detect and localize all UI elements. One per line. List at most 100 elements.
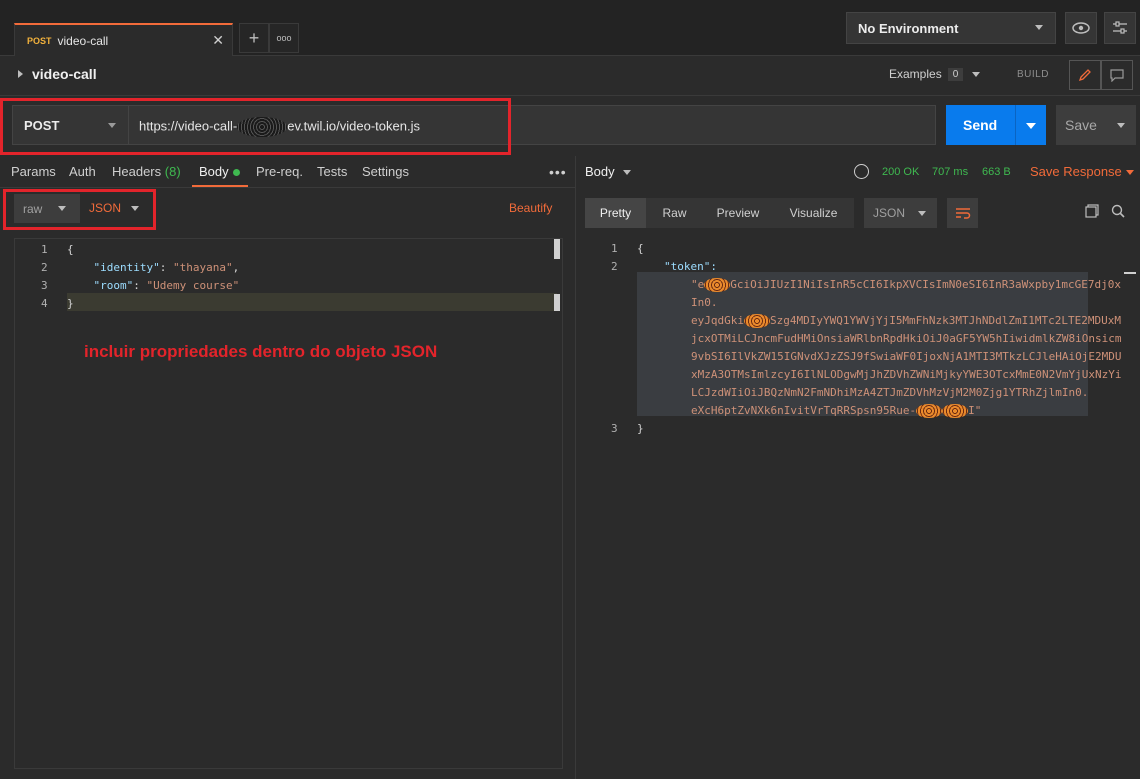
send-divider	[1015, 105, 1016, 145]
response-format-label: JSON	[873, 206, 906, 220]
response-scrollbar[interactable]	[1124, 272, 1136, 274]
tab-body-label: Body	[199, 164, 229, 179]
response-format-select[interactable]: JSON	[864, 198, 937, 228]
line-number: 3	[611, 422, 618, 435]
redacted-scribble	[743, 314, 770, 328]
response-body-select[interactable]: Body	[585, 164, 615, 179]
send-button[interactable]: Send	[946, 105, 1046, 145]
response-size[interactable]: 663 B	[982, 166, 1011, 178]
comment-icon	[1110, 68, 1124, 82]
save-button[interactable]: Save	[1056, 105, 1136, 145]
request-body-editor[interactable]: 1 2 3 4 { "identity": "thayana", "room":…	[14, 238, 563, 769]
chevron-down-icon[interactable]	[1126, 170, 1134, 175]
body-indicator-dot	[232, 169, 240, 177]
view-tab-visualize[interactable]: Visualize	[773, 198, 854, 228]
more-options-icon[interactable]: •••	[549, 164, 567, 180]
token-line: LCJzdWIiOiJBQzNmN2FmNDhiMzA4ZTJmZDVhMzVj…	[691, 386, 1089, 399]
more-icon: ooo	[276, 33, 292, 43]
chevron-down-icon	[1035, 25, 1043, 30]
view-tab-pretty[interactable]: Pretty	[585, 198, 646, 228]
search-icon[interactable]	[1111, 204, 1125, 218]
build-label[interactable]: BUILD	[1017, 69, 1049, 80]
tab-settings[interactable]: Settings	[362, 164, 409, 179]
request-title[interactable]: video-call	[32, 66, 97, 82]
response-open-brace: {	[637, 242, 644, 255]
environment-quick-look-button[interactable]	[1065, 12, 1097, 44]
environment-select[interactable]: No Environment	[846, 12, 1056, 44]
examples-label: Examples	[889, 67, 942, 81]
save-response-button[interactable]: Save Response	[1030, 164, 1122, 179]
request-title-row: video-call Examples 0 BUILD	[0, 56, 1140, 96]
body-mode-label: raw	[23, 201, 43, 216]
redacted-scribble	[916, 404, 943, 418]
body-format-select[interactable]: JSON	[89, 201, 121, 215]
response-time[interactable]: 707 ms	[932, 166, 968, 178]
more-tabs-button[interactable]: ooo	[269, 23, 299, 53]
tab-auth[interactable]: Auth	[69, 164, 96, 179]
token-line: eyJqdGki Szg4MDIyYWQ1YWVjYjI5MmFhNzk3MTJh…	[691, 314, 1121, 328]
tab-body[interactable]: Body	[199, 164, 240, 179]
tab-bar: POST video-call ✕ + ooo No Environment	[0, 0, 1140, 56]
tab-tests[interactable]: Tests	[317, 164, 347, 179]
chevron-down-icon[interactable]	[1117, 123, 1125, 128]
tab-headers-label: Headers	[112, 164, 162, 179]
token-line: xMzA3OTMsImlzcyI6IlNLODgwMjJhZDVhZWNiMjk…	[691, 368, 1122, 381]
token-line: eXcH6ptZvNXk6nIvitVrTqRRSpsn95Rue- I"	[691, 404, 982, 418]
request-tab[interactable]: POST video-call ✕	[14, 23, 233, 56]
chevron-down-icon	[972, 71, 981, 77]
view-tab-preview[interactable]: Preview	[703, 198, 773, 228]
line-number: 2	[41, 261, 48, 274]
token-line: jcxOTMiLCJncmFudHMiOnsiaWRlbnRpdHkiOiJ0a…	[691, 332, 1122, 345]
tab-pre-request[interactable]: Pre-req.	[256, 164, 303, 179]
identity-key: "identity"	[93, 261, 160, 274]
tab-headers[interactable]: Headers (8)	[112, 164, 181, 179]
new-tab-button[interactable]: +	[239, 23, 269, 53]
editor-scrollbar[interactable]	[554, 239, 560, 259]
redacted-scribble	[942, 404, 969, 418]
line-number: 3	[41, 279, 48, 292]
comments-button[interactable]	[1101, 60, 1133, 90]
tab-method: POST	[27, 35, 52, 46]
active-tab-indicator	[192, 185, 248, 187]
body-mode-select[interactable]: raw	[14, 194, 80, 223]
environment-label: No Environment	[858, 20, 959, 36]
token-line: 9vbSI6IlVkZW15IGNvdXJzZSJ9fSwiaWF0IjoxNj…	[691, 350, 1122, 363]
wrap-lines-button[interactable]	[947, 198, 978, 228]
chevron-down-icon[interactable]	[623, 170, 631, 175]
sliders-icon	[1113, 21, 1127, 34]
examples-dropdown[interactable]: Examples 0	[889, 67, 981, 81]
response-body-viewer[interactable]: 1 2 3 { "token": "e GciOiJIUzI1NiIsInR5cC…	[585, 238, 1140, 438]
line-number: 2	[611, 260, 618, 273]
chevron-down-icon[interactable]	[131, 206, 139, 211]
code-line-identity: "identity": "thayana",	[93, 261, 240, 274]
tab-name: video-call	[57, 33, 109, 48]
chevron-right-icon[interactable]	[18, 70, 23, 78]
code-line-room: "room": "Udemy course"	[93, 279, 240, 292]
chevron-down-icon[interactable]	[1026, 123, 1036, 129]
code-open-brace: {	[67, 243, 74, 256]
response-header: Body 200 OK 707 ms 663 B Save Response	[576, 156, 1140, 188]
response-status[interactable]: 200 OK	[882, 166, 919, 178]
plus-icon: +	[248, 27, 260, 48]
pencil-icon	[1078, 69, 1091, 82]
highlight-box-url	[0, 98, 511, 155]
edit-mode-button[interactable]	[1069, 60, 1101, 90]
response-close-brace: }	[637, 422, 644, 435]
room-value: "Udemy course"	[146, 279, 240, 292]
tab-params[interactable]: Params	[11, 164, 56, 179]
copy-icon[interactable]	[1085, 204, 1099, 218]
chevron-down-icon	[58, 206, 66, 211]
line-number: 1	[41, 243, 48, 256]
close-tab-icon[interactable]: ✕	[212, 32, 224, 49]
examples-count-badge: 0	[947, 67, 964, 81]
token-key: "token":	[664, 260, 717, 273]
line-number: 1	[611, 242, 618, 255]
room-key: "room"	[93, 279, 134, 292]
editor-scrollbar-thumb[interactable]	[554, 294, 560, 311]
chevron-down-icon	[918, 211, 926, 216]
pane-divider[interactable]	[575, 156, 576, 779]
manage-environments-button[interactable]	[1104, 12, 1136, 44]
globe-icon[interactable]	[854, 164, 869, 179]
view-tab-raw[interactable]: Raw	[646, 198, 703, 228]
beautify-button[interactable]: Beautify	[509, 201, 552, 215]
